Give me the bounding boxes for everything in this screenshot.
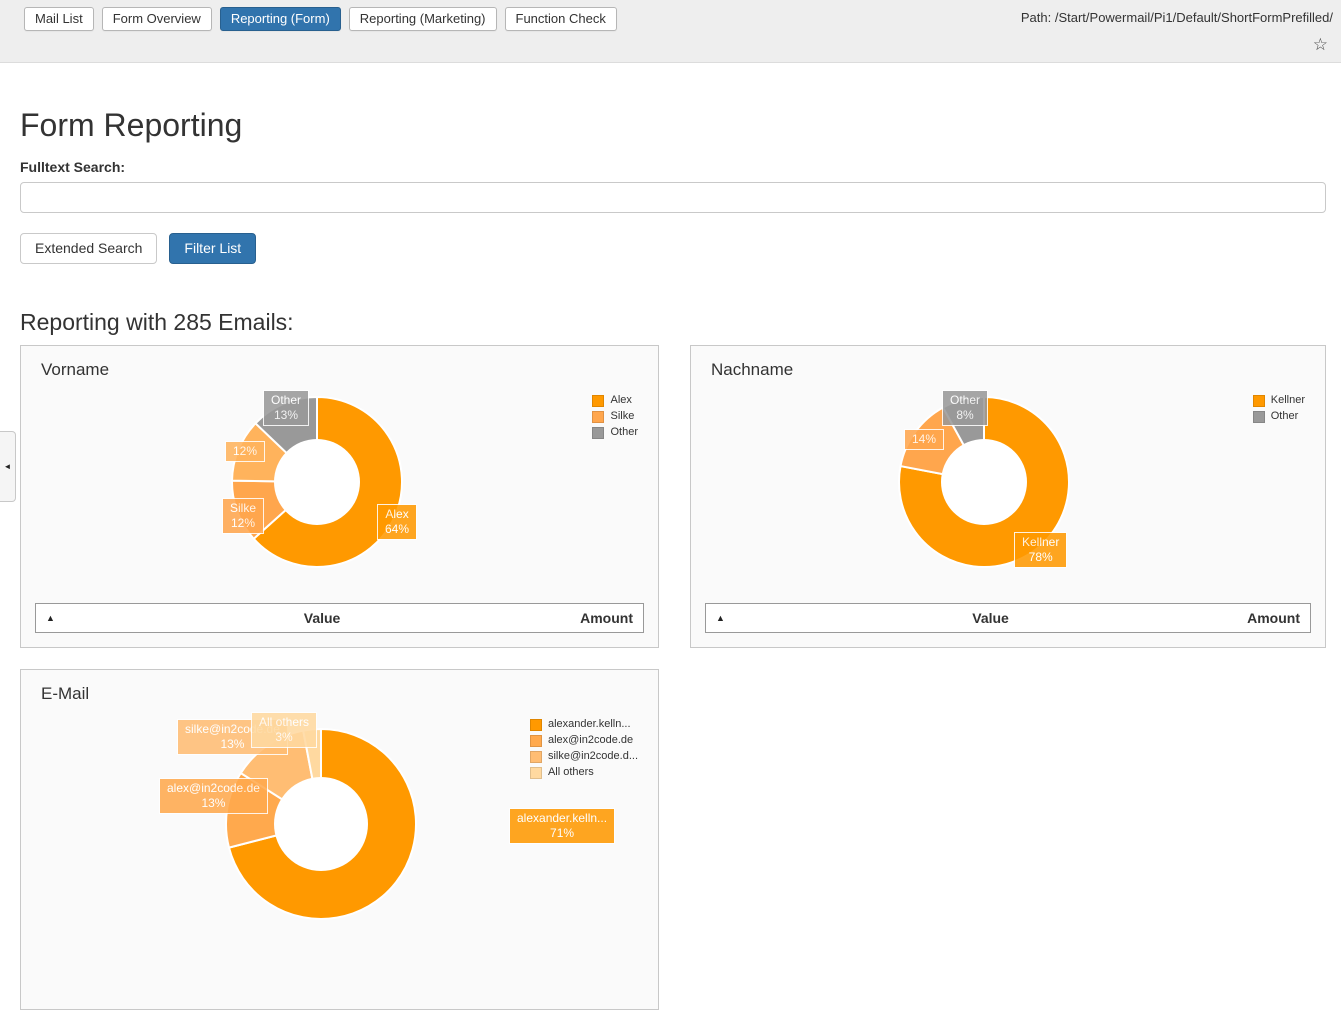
amount-column-header[interactable]: Amount [1247,610,1300,626]
legend-swatch [592,411,604,423]
page-path: Path: /Start/Powermail/Pi1/Default/Short… [1021,10,1333,25]
legend-item-silke[interactable]: Silke [592,410,638,423]
legend-item-other[interactable]: Other [1253,410,1305,423]
legend-item-kellner[interactable]: Kellner [1253,394,1305,407]
fulltext-search-input[interactable] [20,182,1326,213]
donut-svg [229,394,405,570]
nav-tab-function-check[interactable]: Function Check [505,7,617,31]
result-table-header: ▲ Value Amount [35,603,644,633]
chevron-left-icon: ◄ [4,463,12,471]
slice-label: All others3% [251,712,317,748]
section-heading: Reporting with 285 Emails: [20,309,1326,336]
chart-panel-nachname: Nachname Kellner Other Other8% 14% Kellner78… [690,345,1326,648]
chart-panel-vorname: Vorname Alex Silke Other Other13% 12% Silke12… [20,345,659,648]
charts-row-1: Vorname Alex Silke Other Other13% 12% Silke12… [20,345,1326,648]
nav-tab-mail-list[interactable]: Mail List [24,7,94,31]
donut-chart-vorname: Alex Silke Other Other13% 12% Silke12% Alex64% [21,385,658,599]
top-toolbar: Mail List Form Overview Reporting (Form) Re… [0,0,1341,63]
legend-label: silke@in2code.d... [548,750,638,763]
bookmark-star-icon[interactable]: ☆ [1313,36,1328,54]
chart-legend: Alex Silke Other [592,394,638,442]
slice-label: 14% [904,429,944,450]
chart-legend: Kellner Other [1253,394,1305,426]
legend-item-alex[interactable]: Alex [592,394,638,407]
donut-chart-email: alexander.kelln... alex@in2code.de silke@i… [21,709,658,1009]
filter-list-button[interactable]: Filter List [169,233,256,264]
legend-item-all-others[interactable]: All others [530,766,638,779]
legend-item-silke-in2code-d[interactable]: silke@in2code.d... [530,750,638,763]
nav-collapse-handle[interactable]: ◄ [0,431,16,502]
legend-swatch [530,751,542,763]
slice-label: Other13% [263,390,309,426]
slice-label: Alex64% [377,504,417,540]
legend-item-other[interactable]: Other [592,426,638,439]
slice-label: Other8% [942,390,988,426]
slice-label: alex@in2code.de13% [159,778,268,814]
sort-asc-icon[interactable]: ▲ [46,613,64,623]
value-column-header[interactable]: Value [64,610,580,626]
donut-svg [223,726,419,922]
amount-column-header[interactable]: Amount [580,610,633,626]
panel-title: Vorname [21,346,658,385]
legend-swatch [530,719,542,731]
legend-item-alex-in2code-de[interactable]: alex@in2code.de [530,734,638,747]
donut-chart-nachname: Kellner Other Other8% 14% Kellner78% [691,385,1325,599]
donut-hole [274,777,368,871]
legend-swatch [1253,411,1265,423]
nav-tab-reporting-marketing[interactable]: Reporting (Marketing) [349,7,497,31]
nav-tab-reporting-form[interactable]: Reporting (Form) [220,7,341,31]
slice-label: 12% [225,441,265,462]
legend-label: alexander.kelln... [548,718,631,731]
result-table-header: ▲ Value Amount [705,603,1311,633]
legend-label: Other [1271,410,1299,423]
chart-legend: alexander.kelln... alex@in2code.de silke@i… [530,718,638,782]
module-tabs: Mail List Form Overview Reporting (Form) Re… [24,7,617,31]
legend-swatch [592,427,604,439]
charts-row-2: E-Mail alexander.kelln... alex@in2code.de… [20,669,1326,1010]
slice-label: Kellner78% [1014,532,1067,568]
donut-hole [274,439,360,525]
legend-swatch [530,735,542,747]
legend-label: All others [548,766,594,779]
search-buttons-row: Extended Search Filter List [20,233,1326,264]
legend-item-alexander-kelln[interactable]: alexander.kelln... [530,718,638,731]
panel-title: E-Mail [21,670,658,709]
legend-swatch [592,395,604,407]
chart-panel-email: E-Mail alexander.kelln... alex@in2code.de… [20,669,659,1010]
fulltext-search-label: Fulltext Search: [20,159,1326,175]
page-title: Form Reporting [20,107,1326,143]
extended-search-button[interactable]: Extended Search [20,233,157,264]
legend-label: Other [610,426,638,439]
legend-label: Silke [610,410,634,423]
donut-hole [941,439,1027,525]
legend-label: Alex [610,394,631,407]
legend-label: Kellner [1271,394,1305,407]
value-column-header[interactable]: Value [734,610,1247,626]
content-area: Form Reporting Fulltext Search: Extended… [0,107,1341,1010]
legend-label: alex@in2code.de [548,734,633,747]
legend-swatch [1253,395,1265,407]
slice-label: Silke12% [222,498,264,534]
legend-swatch [530,767,542,779]
sort-asc-icon[interactable]: ▲ [716,613,734,623]
nav-tab-form-overview[interactable]: Form Overview [102,7,212,31]
panel-title: Nachname [691,346,1325,385]
slice-label: alexander.kelln...71% [509,808,615,844]
